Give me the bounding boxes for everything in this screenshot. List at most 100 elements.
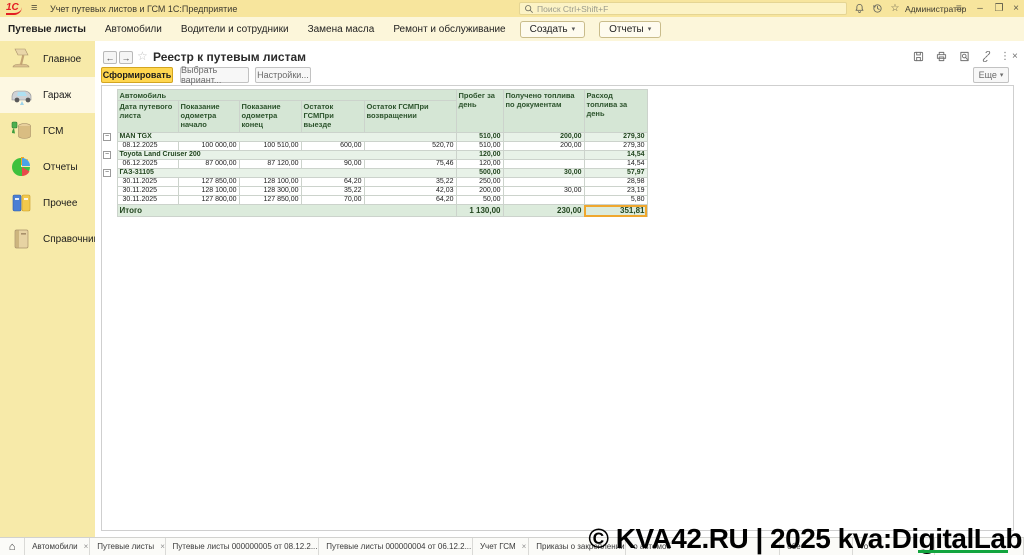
cell-polucheno[interactable] — [503, 196, 584, 205]
sidebar-item-spravochniki[interactable]: Справочники — [0, 221, 95, 257]
cell-date[interactable]: 30.11.2025 — [117, 187, 178, 196]
cell-date[interactable]: 06.12.2025 — [117, 160, 178, 169]
column-header-rashod[interactable]: Расход топлива за день — [584, 90, 647, 133]
collapse-group-icon[interactable]: − — [103, 151, 111, 159]
cell-odo-end[interactable]: 100 510,00 — [239, 142, 301, 151]
row-margin[interactable] — [102, 196, 117, 205]
cell-rashod[interactable]: 28,98 — [584, 178, 647, 187]
main-menu-icon[interactable]: ≡ — [31, 2, 37, 15]
sidebar-item-prochee[interactable]: Прочее — [0, 185, 95, 221]
cell-fuel-out[interactable]: 70,00 — [301, 196, 364, 205]
cell-odo-end[interactable]: 87 120,00 — [239, 160, 301, 169]
menu-item-remont-i-obsluzhivanie[interactable]: Ремонт и обслуживание — [393, 24, 505, 35]
cell-vehicle[interactable]: Toyota Land Cruiser 200 — [117, 151, 456, 160]
cell-odo-end[interactable]: 128 100,00 — [239, 178, 301, 187]
reports-button[interactable]: Отчеты▾ — [599, 21, 661, 38]
maximize-icon[interactable]: ❐ — [991, 1, 1007, 16]
cell-fuel-out[interactable]: 90,00 — [301, 160, 364, 169]
cell-date[interactable]: 30.11.2025 — [117, 178, 178, 187]
row-margin[interactable]: − — [102, 151, 117, 160]
cell-date[interactable]: 30.11.2025 — [117, 196, 178, 205]
cell-fuel-ret[interactable]: 64,20 — [364, 196, 456, 205]
cell-fuel-ret[interactable]: 42,03 — [364, 187, 456, 196]
cell-total-label[interactable]: Итого — [117, 205, 456, 217]
more-icon[interactable]: ⋮ — [1000, 51, 1010, 63]
global-search[interactable] — [519, 2, 847, 15]
cell-date[interactable]: 08.12.2025 — [117, 142, 178, 151]
minimize-icon[interactable]: – — [972, 1, 988, 16]
cell-fuel-out[interactable]: 35,22 — [301, 187, 364, 196]
cell-polucheno[interactable]: 230,00 — [503, 205, 584, 217]
cell-polucheno[interactable]: 30,00 — [503, 169, 584, 178]
cell-rashod[interactable]: 279,30 — [584, 142, 647, 151]
row-margin[interactable]: − — [102, 169, 117, 178]
cell-odo-start[interactable]: 128 100,00 — [178, 187, 239, 196]
row-margin[interactable] — [102, 178, 117, 187]
menu-item-avtomobili[interactable]: Автомобили — [105, 24, 162, 35]
cell-probeg[interactable]: 250,00 — [456, 178, 503, 187]
column-header-polucheno[interactable]: Получено топлива по документам — [503, 90, 584, 133]
history-icon[interactable] — [869, 1, 885, 16]
column-header-fuel-out[interactable]: Остаток ГСМПри выезде — [301, 101, 364, 133]
collapse-group-icon[interactable]: − — [103, 169, 111, 177]
cell-rashod[interactable]: 279,30 — [584, 133, 647, 142]
cell-polucheno[interactable]: 200,00 — [503, 133, 584, 142]
cell-odo-start[interactable]: 100 000,00 — [178, 142, 239, 151]
cell-odo-start[interactable]: 127 800,00 — [178, 196, 239, 205]
cell-probeg[interactable]: 1 130,00 — [456, 205, 503, 217]
cell-rashod[interactable]: 5,80 — [584, 196, 647, 205]
column-header-odo-start[interactable]: Показание одометра начало — [178, 101, 239, 133]
favorites-icon[interactable]: ☆ — [887, 1, 903, 16]
cell-odo-start[interactable]: 87 000,00 — [178, 160, 239, 169]
cell-rashod[interactable]: 14,54 — [584, 151, 647, 160]
menu-item-voditeli-i-sotrudniki[interactable]: Водители и сотрудники — [181, 24, 289, 35]
save-icon[interactable] — [913, 51, 924, 66]
cell-fuel-out[interactable]: 600,00 — [301, 142, 364, 151]
column-header-vehicle[interactable]: Автомобиль — [117, 90, 456, 101]
cell-polucheno[interactable] — [503, 151, 584, 160]
print-icon[interactable] — [936, 51, 947, 66]
menu-item-putevye-listy[interactable]: Путевые листы — [8, 24, 86, 35]
row-margin[interactable] — [102, 187, 117, 196]
cell-fuel-ret[interactable]: 520,70 — [364, 142, 456, 151]
cell-probeg[interactable]: 500,00 — [456, 169, 503, 178]
cell-polucheno[interactable] — [503, 160, 584, 169]
cell-probeg[interactable]: 510,00 — [456, 142, 503, 151]
sidebar-item-glavnoe[interactable]: Главное — [0, 41, 95, 77]
cell-rashod[interactable]: 14,54 — [584, 160, 647, 169]
link-icon[interactable] — [981, 51, 992, 66]
more-button[interactable]: Еще▾ — [973, 67, 1009, 83]
create-button[interactable]: Создать▾ — [520, 21, 586, 38]
cell-odo-start[interactable]: 127 850,00 — [178, 178, 239, 187]
generate-button[interactable]: Сформировать — [101, 67, 173, 83]
report-star-icon[interactable]: ☆ — [137, 49, 148, 63]
menu-item-zamena-masla[interactable]: Замена масла — [308, 24, 375, 35]
row-margin[interactable]: − — [102, 133, 117, 142]
cell-probeg[interactable]: 120,00 — [456, 151, 503, 160]
cell-probeg[interactable]: 200,00 — [456, 187, 503, 196]
column-header-date[interactable]: Дата путевого листа — [117, 101, 178, 133]
cell-probeg[interactable]: 50,00 — [456, 196, 503, 205]
user-settings-icon[interactable]: ≡▾ — [952, 1, 968, 16]
cell-fuel-out[interactable]: 64,20 — [301, 178, 364, 187]
sidebar-item-otchety[interactable]: Отчеты — [0, 149, 95, 185]
cell-odo-end[interactable]: 127 850,00 — [239, 196, 301, 205]
settings-button[interactable]: Настройки... — [255, 67, 311, 83]
row-margin[interactable] — [102, 160, 117, 169]
report-spreadsheet[interactable]: Автомобиль Пробег за день Получено топли… — [101, 85, 1014, 531]
preview-icon[interactable] — [959, 51, 970, 66]
bell-icon[interactable] — [851, 1, 867, 16]
cell-vehicle[interactable]: MAN TGX — [117, 133, 456, 142]
collapse-group-icon[interactable]: − — [103, 133, 111, 141]
cell-probeg[interactable]: 120,00 — [456, 160, 503, 169]
cell-vehicle[interactable]: ГАЗ-31105 — [117, 169, 456, 178]
cell-fuel-ret[interactable]: 35,22 — [364, 178, 456, 187]
row-margin[interactable] — [102, 142, 117, 151]
column-header-odo-end[interactable]: Показание одометра конец — [239, 101, 301, 133]
cell-polucheno[interactable]: 200,00 — [503, 142, 584, 151]
forward-button[interactable]: → — [119, 51, 133, 64]
cell-probeg[interactable]: 510,00 — [456, 133, 503, 142]
cell-polucheno[interactable]: 30,00 — [503, 187, 584, 196]
close-report-icon[interactable]: × — [1012, 51, 1018, 63]
cell-rashod[interactable]: 23,19 — [584, 187, 647, 196]
